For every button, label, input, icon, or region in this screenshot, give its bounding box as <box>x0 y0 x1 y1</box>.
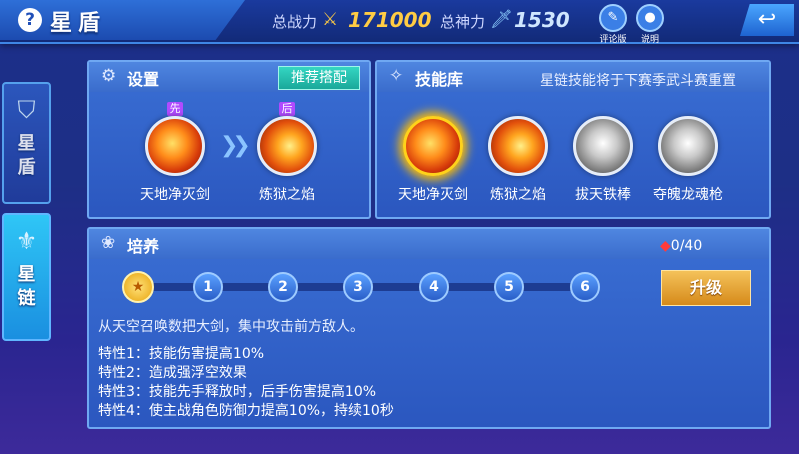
fire-sword-skill-icon <box>145 116 205 176</box>
total-power-label: 总战力 <box>272 13 318 31</box>
upgrade-button[interactable]: 升级 <box>661 270 751 306</box>
trait-line: 特性1：技能伤害提高10% <box>98 346 265 362</box>
trait-line: 特性2：造成强浮空效果 <box>98 365 247 381</box>
iron-staff-skill-icon <box>573 116 633 176</box>
skill-description: 从天空召唤数把大剑，集中攻击前方敌人。 特性1：技能伤害提高10% 特性2：造成… <box>98 318 763 420</box>
cultivate-title: 培养 <box>127 237 160 256</box>
library-skill-3[interactable]: 拔天铁棒 <box>563 116 643 204</box>
recommend-button[interactable]: 推荐搭配 <box>278 66 360 90</box>
second-tag: 后 <box>279 102 295 116</box>
trait-line: 特性4：使主战角色防御力提高10%，持续10秒 <box>98 403 394 419</box>
level-node-4[interactable]: 4 <box>419 272 449 302</box>
fire-burst-skill-icon <box>257 116 317 176</box>
gem-counter: ◆0/40 <box>660 238 702 254</box>
library-skill-4[interactable]: 夺魄龙魂枪 <box>648 116 728 204</box>
total-power-value: 171000 <box>348 8 432 32</box>
back-arrow-icon: ↩ <box>757 7 777 32</box>
sidebar-item-star-chain[interactable]: ⚜ 星 链 <box>2 213 51 341</box>
gem-count: 0/40 <box>670 238 703 254</box>
fire-burst-skill-icon <box>488 116 548 176</box>
skill-name: 拔天铁棒 <box>575 187 631 203</box>
description-text: 从天空召唤数把大剑，集中攻击前方敌人。 <box>98 319 364 335</box>
gear-icon: ⚙ <box>101 66 117 86</box>
skill-name: 天地净灭剑 <box>398 187 468 203</box>
runner-icon: ✧ <box>389 66 404 86</box>
skill-name: 炼狱之焰 <box>490 187 546 203</box>
chain-icon: ⚜ <box>15 227 38 255</box>
edit-note-icon: ✎ <box>599 4 627 32</box>
skill-name: 夺魄龙魂枪 <box>653 187 723 203</box>
crossed-swords-icon: ⚔ <box>322 9 339 30</box>
first-tag: 先 <box>167 102 183 116</box>
fire-sword-skill-icon <box>403 116 463 176</box>
level-node-6[interactable]: 6 <box>570 272 600 302</box>
shield-star-icon: ⛉ <box>17 96 36 124</box>
review-label: 评论版 <box>599 35 627 45</box>
total-spirit-label: 总神力 <box>440 13 486 31</box>
red-gem-icon: ◆ <box>660 238 671 254</box>
info-label: 说明 <box>640 35 659 45</box>
skill-name: 炼狱之焰 <box>259 187 315 203</box>
total-spirit-value: 1530 <box>514 8 570 32</box>
skill-name: 天地净灭剑 <box>140 187 210 203</box>
double-chevron-right-icon: ❯❯ <box>220 133 251 158</box>
sidebar-item-label: 星 盾 <box>17 133 36 178</box>
setup-title: 设置 <box>127 70 160 89</box>
trait-line: 特性3：技能先手释放时，后手伤害提高10% <box>98 384 377 400</box>
dragon-spear-skill-icon <box>658 116 718 176</box>
library-title: 技能库 <box>415 70 464 89</box>
library-skill-2[interactable]: 炼狱之焰 <box>478 116 558 204</box>
paw-icon: ❀ <box>101 233 116 253</box>
level-node-3[interactable]: 3 <box>343 272 373 302</box>
setup-skill-slot-2[interactable]: 炼狱之焰 <box>247 116 327 204</box>
sidebar-item-star-shield[interactable]: ⛉ 星 盾 <box>2 82 51 204</box>
level-node-1[interactable]: 1 <box>193 272 223 302</box>
page-title: 星盾 <box>50 11 107 36</box>
library-note: 星链技能将于下赛季武斗赛重置 <box>540 73 736 89</box>
level-node-2[interactable]: 2 <box>268 272 298 302</box>
sidebar-item-label: 星 链 <box>17 264 36 309</box>
setup-skill-slot-1[interactable]: 天地净灭剑 <box>135 116 215 204</box>
info-button[interactable]: ● 说明 <box>636 4 664 45</box>
help-icon[interactable]: ? <box>18 8 42 32</box>
level-node-star[interactable]: ★ <box>122 271 154 303</box>
sword-icon: 🗡 <box>490 9 513 30</box>
review-button[interactable]: ✎ 评论版 <box>599 4 627 45</box>
location-info-icon: ● <box>636 4 664 32</box>
level-node-5[interactable]: 5 <box>494 272 524 302</box>
library-skill-1[interactable]: 天地净灭剑 <box>393 116 473 204</box>
